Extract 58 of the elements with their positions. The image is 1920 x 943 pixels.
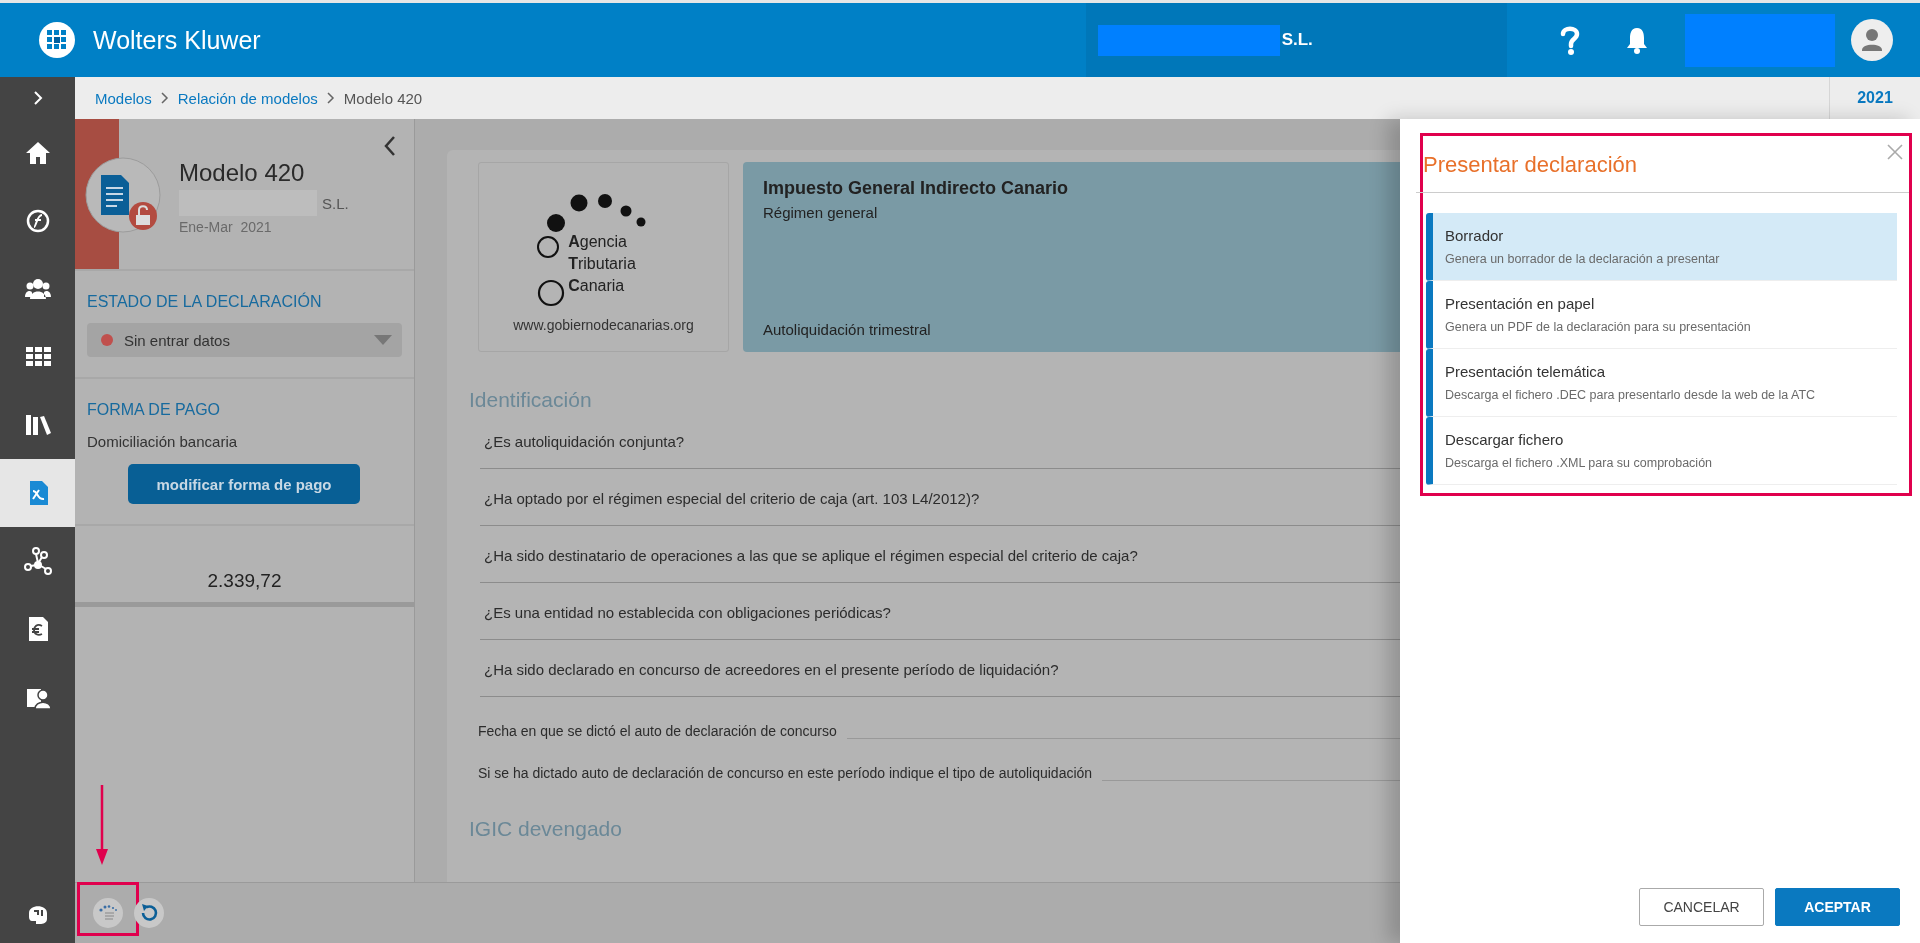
agency-url: www.gobiernodecanarias.org bbox=[513, 317, 694, 333]
refresh-icon[interactable] bbox=[134, 898, 164, 928]
option-description: Genera un PDF de la declaración para su presentación bbox=[1445, 320, 1752, 334]
option-item[interactable]: Descargar fichero Descarga el fichero .XML para su comprobación bbox=[1426, 417, 1897, 485]
question-row[interactable]: ¿Ha sido declarado en concurso de acreedores en el presente período de liquidación? bbox=[480, 640, 1400, 697]
chevron-right-icon bbox=[32, 90, 43, 106]
agency-name-line: Canaria bbox=[568, 276, 626, 296]
question-row[interactable]: ¿Ha sido destinatario de operaciones a las que se aplique el régimen especial del criterio de caja? bbox=[480, 526, 1400, 583]
question-row[interactable]: ¿Ha optado por el régimen especial del criterio de caja (art. 103 L4/2012)? bbox=[480, 469, 1400, 526]
collapse-chevron-icon[interactable] bbox=[384, 135, 396, 157]
status-dropdown[interactable]: Sin entrar datos bbox=[87, 323, 402, 357]
breadcrumb-link[interactable]: Modelos bbox=[95, 89, 152, 107]
field-label: Fecha en que se dictó el auto de declaración de concurso bbox=[478, 723, 837, 739]
period-label: Ene-Mar 2021 bbox=[179, 219, 273, 235]
panel-title: Presentar declaración bbox=[1423, 152, 1638, 178]
company-suffix: S.L. bbox=[1281, 30, 1313, 50]
option-item[interactable]: Borrador Genera un borrador de la declaración a presentar bbox=[1426, 213, 1897, 281]
regime-label: Régimen general bbox=[763, 204, 879, 221]
field-label: Si se ha dictado auto de declaración de concurso en este período indique el tipo de autoliquidación bbox=[478, 765, 1093, 781]
company-selector[interactable]: S.L. bbox=[1085, 3, 1507, 77]
period-type-label: Autoliquidación trimestral bbox=[763, 321, 932, 338]
question-row[interactable]: ¿Es una entidad no establecida con obligaciones periódicas? bbox=[480, 583, 1400, 640]
network-icon bbox=[23, 547, 52, 575]
brand-logo-icon[interactable] bbox=[39, 22, 75, 58]
model-title: Modelo 420 bbox=[179, 159, 306, 187]
tax-title: Impuesto General Indirecto Canario bbox=[763, 178, 1070, 199]
cancel-button[interactable]: CANCELAR bbox=[1639, 888, 1764, 926]
option-title: Descargar fichero bbox=[1445, 431, 1565, 448]
total-amount: 2.339,72 bbox=[207, 570, 282, 593]
section-title: Identificación bbox=[469, 388, 593, 412]
option-description: Descarga el fichero .DEC para presentarlo desde la web de la ATC bbox=[1445, 388, 1817, 402]
section-heading: FORMA DE PAGO bbox=[87, 401, 222, 419]
option-title: Presentación telemática bbox=[1445, 363, 1607, 380]
dropdown-caret-icon bbox=[374, 335, 392, 345]
option-title: Presentación en papel bbox=[1445, 295, 1596, 312]
company-suffix: S.L. bbox=[322, 194, 349, 212]
section-heading: ESTADO DE LA DECLARACIÓN bbox=[87, 293, 323, 311]
option-item[interactable]: Presentación telemática Descarga el fichero .DEC para presentarlo desde la web de la ATC bbox=[1426, 349, 1897, 417]
bell-icon[interactable] bbox=[1624, 26, 1649, 54]
chevron-right-icon bbox=[160, 92, 169, 104]
chevron-right-icon bbox=[326, 92, 335, 104]
accept-button[interactable]: ACEPTAR bbox=[1775, 888, 1900, 926]
option-description: Genera un borrador de la declaración a presentar bbox=[1445, 252, 1721, 266]
breadcrumb-current: Modelo 420 bbox=[343, 89, 423, 107]
status-label: Sin entrar datos bbox=[124, 331, 231, 349]
agency-name-line: Tributaria bbox=[568, 254, 636, 274]
payment-method: Domiciliación bancaria bbox=[87, 433, 239, 450]
option-description: Descarga el fichero .XML para su comprobación bbox=[1445, 456, 1714, 470]
question-row[interactable]: ¿Es autoliquidación conjunta? bbox=[480, 412, 1400, 469]
breadcrumb-link[interactable]: Relación de modelos bbox=[177, 89, 318, 107]
brand-name: Wolters Kluwer bbox=[93, 25, 261, 55]
modify-payment-button[interactable]: modificar forma de pago bbox=[128, 464, 360, 504]
agency-name-line: Agencia bbox=[568, 232, 628, 252]
help-icon[interactable] bbox=[1558, 25, 1581, 55]
option-item[interactable]: Presentación en papel Genera un PDF de la declaración para su presentación bbox=[1426, 281, 1897, 349]
avatar-icon[interactable] bbox=[1850, 19, 1893, 61]
section-title: IGIC devengado bbox=[469, 817, 623, 841]
option-title: Borrador bbox=[1445, 227, 1505, 244]
